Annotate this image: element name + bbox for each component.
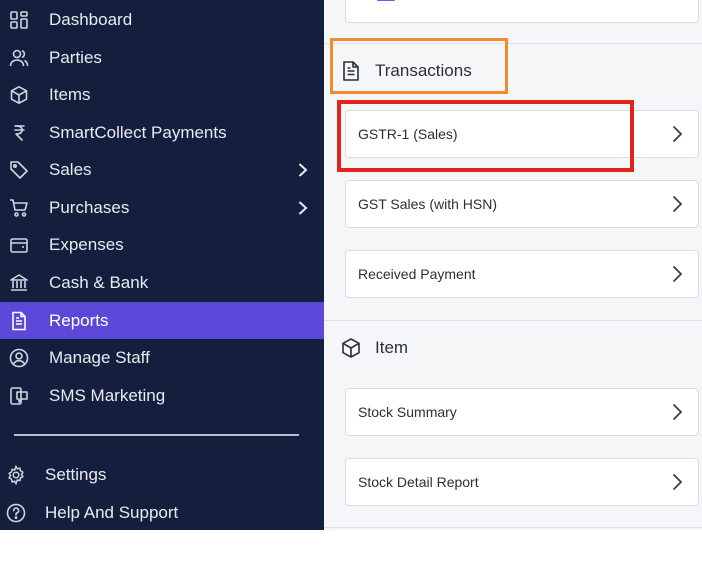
chevron-right-icon	[673, 126, 683, 142]
section-item: Item	[324, 320, 702, 375]
sidebar-item-expenses[interactable]: Expenses	[0, 226, 324, 263]
section-title: Transactions	[375, 61, 472, 80]
dashboard-icon	[9, 10, 29, 30]
report-label: Stock Detail Report	[358, 474, 479, 490]
sidebar-item-label: Dashboard	[49, 9, 133, 29]
sidebar-item-label: Sales	[49, 159, 92, 179]
sidebar-item-items[interactable]: Items	[0, 76, 324, 113]
report-stock-summary[interactable]: Stock Summary	[345, 388, 699, 436]
users-icon	[9, 48, 29, 68]
section-transactions: Transactions	[324, 43, 702, 98]
sidebar-item-label: SmartCollect Payments	[49, 122, 227, 142]
section-divider-bottom	[324, 527, 702, 582]
sidebar-item-label: Cash & Bank	[49, 272, 149, 292]
chevron-right-icon	[673, 404, 683, 420]
sidebar-item-settings[interactable]: Settings	[0, 456, 324, 493]
sidebar-item-label: Purchases	[49, 197, 130, 217]
document-icon	[343, 61, 359, 81]
sidebar: Dashboard Parties Items SmartCollect Pay…	[0, 0, 324, 530]
tag-icon	[9, 160, 29, 180]
chevron-right-icon	[673, 196, 683, 212]
sidebar-item-sales[interactable]: Sales	[0, 151, 324, 188]
report-label: GSTR-1 (Sales)	[358, 126, 458, 142]
sidebar-item-label: Reports	[49, 310, 109, 330]
chevron-right-icon	[673, 266, 683, 282]
report-gst-sales-hsn[interactable]: GST Sales (with HSN)	[345, 180, 699, 228]
report-label: Received Payment	[358, 266, 476, 282]
sidebar-item-sms-marketing[interactable]: SMS Marketing	[0, 377, 324, 414]
partial-card-icon	[377, 0, 395, 1]
sidebar-item-label: SMS Marketing	[49, 385, 166, 405]
box-icon	[9, 85, 29, 105]
sidebar-item-reports[interactable]: Reports	[0, 302, 324, 339]
sidebar-item-parties[interactable]: Parties	[0, 39, 324, 76]
section-title: Item	[375, 338, 409, 357]
report-icon	[9, 311, 29, 331]
sidebar-item-dashboard[interactable]: Dashboard	[0, 1, 324, 38]
report-gstr1-sales[interactable]: GSTR-1 (Sales)	[345, 110, 699, 158]
sidebar-item-cash-bank[interactable]: Cash & Bank	[0, 264, 324, 301]
sidebar-divider	[14, 434, 299, 436]
chevron-right-icon	[673, 474, 683, 490]
rupee-icon	[9, 123, 29, 143]
sidebar-item-label: Expenses	[49, 234, 124, 254]
gear-icon	[6, 464, 26, 485]
sidebar-item-smartcollect-payments[interactable]: SmartCollect Payments	[0, 114, 324, 151]
sidebar-item-help-support[interactable]: Help And Support	[0, 494, 324, 531]
sidebar-item-label: Settings	[45, 464, 107, 484]
report-label: Stock Summary	[358, 404, 457, 420]
sidebar-item-manage-staff[interactable]: Manage Staff	[0, 339, 324, 376]
sidebar-item-label: Manage Staff	[49, 347, 150, 367]
report-stock-detail[interactable]: Stock Detail Report	[345, 458, 699, 506]
wallet-icon	[9, 235, 29, 255]
staff-icon	[9, 348, 29, 368]
chevron-right-icon[interactable]	[296, 201, 310, 215]
box-icon	[342, 338, 360, 358]
cart-icon	[9, 198, 29, 218]
help-icon	[6, 503, 26, 523]
chevron-right-icon[interactable]	[296, 163, 310, 177]
sidebar-item-label: Parties	[49, 47, 102, 67]
sidebar-item-label: Items	[49, 84, 91, 104]
sidebar-item-purchases[interactable]: Purchases	[0, 189, 324, 226]
sidebar-item-label: Help And Support	[45, 502, 179, 522]
report-received-payment[interactable]: Received Payment	[345, 250, 699, 298]
report-label: GST Sales (with HSN)	[358, 196, 497, 212]
report-card-partial[interactable]	[345, 0, 699, 23]
bank-icon	[9, 273, 29, 293]
reports-panel: Transactions GSTR-1 (Sales) GST Sales (w…	[324, 0, 702, 530]
sms-icon	[9, 386, 29, 406]
